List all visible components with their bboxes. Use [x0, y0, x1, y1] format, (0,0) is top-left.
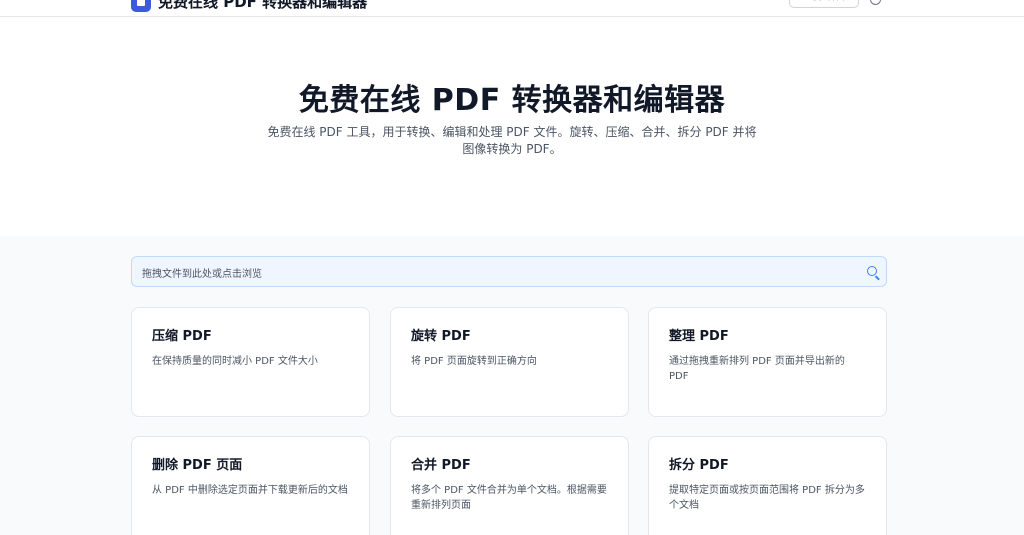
tool-card-rotate-pdf[interactable]: 旋转 PDF 将 PDF 页面旋转到正确方向: [390, 307, 629, 417]
language-select-button[interactable]: 选择语言: [789, 0, 859, 8]
tool-card-description: 通过拖拽重新排列 PDF 页面并导出新的 PDF: [669, 356, 845, 382]
tool-card-description: 将多个 PDF 文件合并为单个文档。根据需要重新排列页面: [411, 485, 607, 511]
tool-card-title: 删除 PDF 页面: [152, 458, 243, 473]
search-placeholder: 拖拽文件到此处或点击浏览: [142, 269, 262, 280]
top-navigation-bar: 免费在线 PDF 转换器和编辑器 选择语言: [0, 0, 1024, 17]
tool-card-description: 将 PDF 页面旋转到正确方向: [411, 356, 537, 367]
pdf-logo-icon: [131, 0, 151, 12]
hero-section: 免费在线 PDF 转换器和编辑器 免费在线 PDF 工具，用于转换、编辑和处理 …: [0, 17, 1024, 236]
tool-card-description: 从 PDF 中删除选定页面并下载更新后的文档: [152, 485, 348, 496]
tool-card-description: 在保持质量的同时减小 PDF 文件大小: [152, 356, 318, 367]
page-title: 免费在线 PDF 转换器和编辑器: [298, 83, 726, 118]
tool-card-title: 整理 PDF: [669, 329, 729, 344]
tool-card-delete-pages[interactable]: 删除 PDF 页面 从 PDF 中删除选定页面并下载更新后的文档: [131, 436, 370, 535]
tool-card-split-pdf[interactable]: 拆分 PDF 提取特定页面或按页面范围将 PDF 拆分为多个文档: [648, 436, 887, 535]
tool-card-compress-pdf[interactable]: 压缩 PDF 在保持质量的同时减小 PDF 文件大小: [131, 307, 370, 417]
tool-card-title: 旋转 PDF: [411, 329, 471, 344]
theme-toggle-icon[interactable]: [870, 0, 881, 5]
tool-card-title: 合并 PDF: [411, 458, 471, 473]
file-drop-search-bar[interactable]: 拖拽文件到此处或点击浏览: [131, 256, 887, 287]
tools-section: 拖拽文件到此处或点击浏览 压缩 PDF 在保持质量的同时减小 PDF 文件大小 …: [0, 236, 1024, 535]
search-icon[interactable]: [867, 266, 877, 276]
brand-name: 免费在线 PDF 转换器和编辑器: [158, 0, 368, 11]
brand-link[interactable]: 免费在线 PDF 转换器和编辑器: [131, 0, 367, 12]
tool-card-title: 压缩 PDF: [152, 329, 212, 344]
tool-card-title: 拆分 PDF: [669, 458, 729, 473]
tool-card-description: 提取特定页面或按页面范围将 PDF 拆分为多个文档: [669, 485, 865, 511]
tool-card-merge-pdf[interactable]: 合并 PDF 将多个 PDF 文件合并为单个文档。根据需要重新排列页面: [390, 436, 629, 535]
page-description: 免费在线 PDF 工具，用于转换、编辑和处理 PDF 文件。旋转、压缩、合并、拆…: [267, 125, 757, 156]
tool-card-organize-pdf[interactable]: 整理 PDF 通过拖拽重新排列 PDF 页面并导出新的 PDF: [648, 307, 887, 417]
